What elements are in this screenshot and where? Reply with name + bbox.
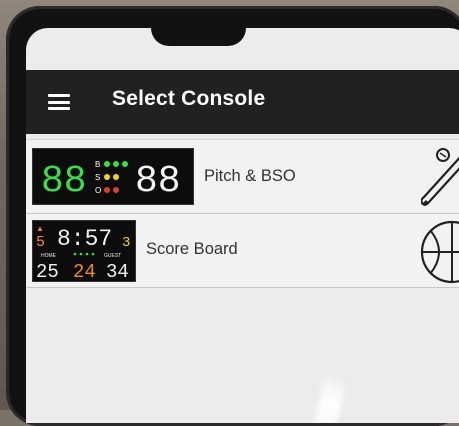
hamburger-menu-icon[interactable]	[48, 94, 70, 110]
svg-text:▲: ▲	[36, 224, 44, 233]
baseball-bat-icon	[420, 146, 459, 216]
console-label-pitch-bso: Pitch & BSO	[204, 167, 296, 185]
bso-rows: B S O	[95, 160, 128, 195]
screen-glare	[310, 371, 348, 423]
possession-dots	[73, 252, 95, 256]
guest-score: 34	[106, 261, 129, 281]
screen-notch	[151, 28, 246, 46]
basketball-icon	[418, 220, 459, 289]
guest-label: GUEST	[104, 253, 121, 259]
pitch-bso-thumbnail: 88 B S O 88	[32, 148, 194, 205]
console-item-pitch-bso[interactable]: 88 B S O 88 Pitch & BSO	[26, 139, 459, 214]
period-number: 3	[122, 235, 130, 251]
score-board-thumbnail: ▲ 5 8:57 3 HOME GUEST 25 24 34	[32, 220, 136, 283]
home-label: HOME	[41, 253, 57, 259]
app-screen: Select Console 88 B S O 88 Pitch & BSO ▲…	[26, 28, 459, 423]
phone-frame: Select Console 88 B S O 88 Pitch & BSO ▲…	[6, 6, 459, 426]
pitch-right-digits: 88	[135, 160, 181, 203]
page-title: Select Console	[112, 87, 266, 110]
home-score: 25	[36, 261, 59, 281]
pitch-left-digits: 88	[41, 160, 87, 203]
bso-row-b: B	[95, 160, 100, 169]
bso-row-s: S	[95, 173, 100, 182]
console-label-score-board: Score Board	[146, 240, 238, 258]
console-list: 88 B S O 88 Pitch & BSO ▲ 5 8:57 3 HOME …	[26, 139, 459, 288]
console-item-score-board[interactable]: ▲ 5 8:57 3 HOME GUEST 25 24 34 Score Boa…	[26, 214, 459, 288]
bso-row-o: O	[95, 186, 101, 195]
left-indicator: 5	[36, 234, 45, 251]
shot-clock: 24	[73, 261, 96, 281]
game-clock: 8:57	[57, 226, 112, 252]
app-bar: Select Console	[26, 70, 459, 134]
